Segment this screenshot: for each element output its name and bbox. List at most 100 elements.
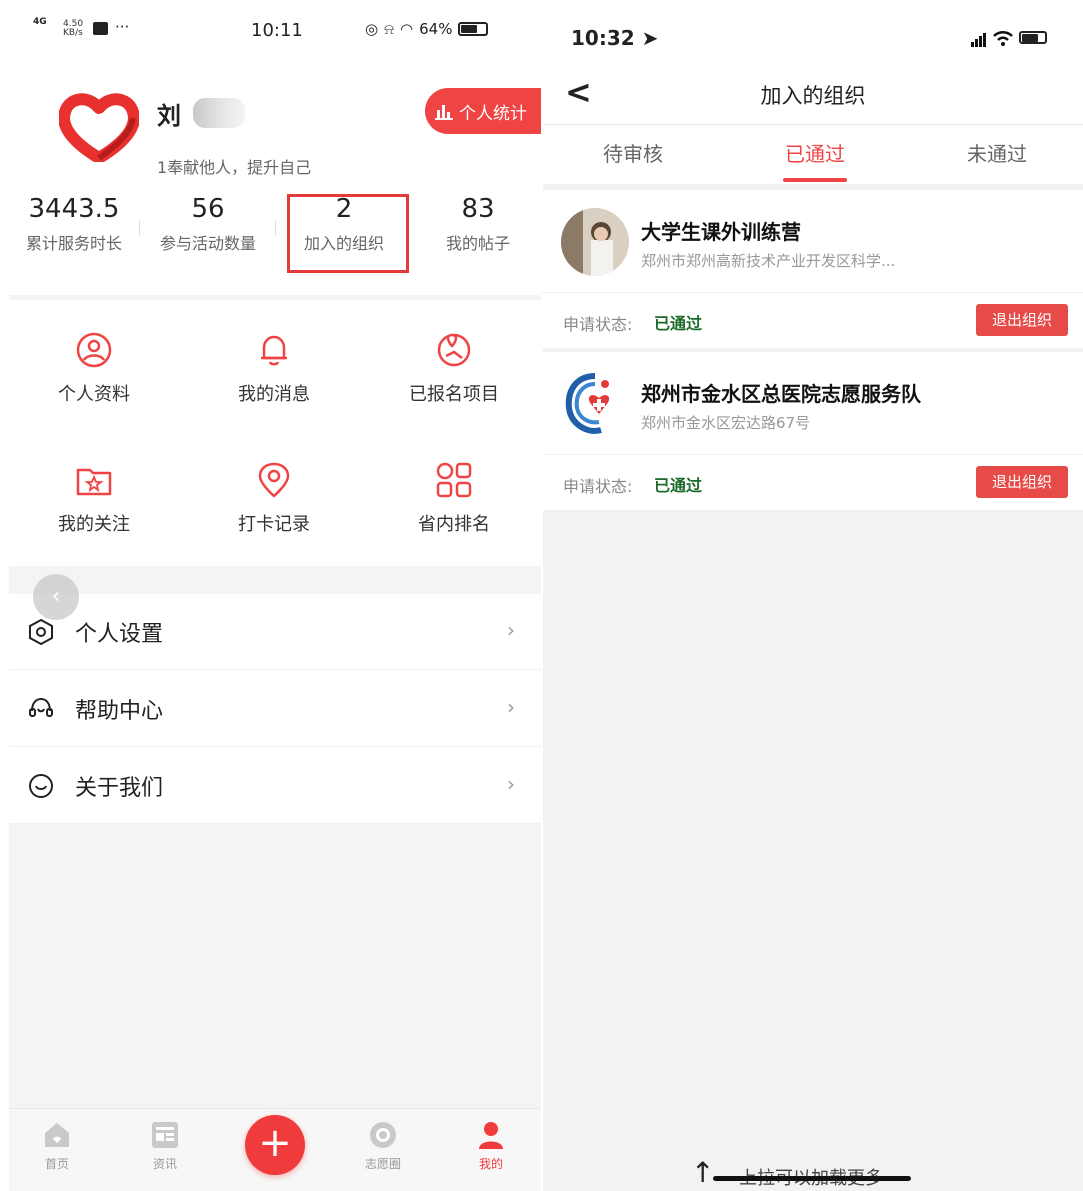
grid-item-messages[interactable]: 我的消息 [189, 330, 359, 406]
stat-service-hours[interactable]: 3443.5 累计服务时长 [9, 192, 139, 254]
tab-rejected[interactable]: 未通过 [937, 138, 1057, 167]
eye-icon [370, 1122, 396, 1148]
grid-item-following[interactable]: 我的关注 [9, 460, 179, 536]
user-circle-icon [76, 332, 112, 368]
status-right-cluster: ◎ ⍾ ◠ 64% [365, 20, 489, 38]
settings-menu: 个人设置 › 帮助中心 › 关于我们 › [9, 594, 541, 824]
org-avatar [561, 208, 629, 276]
wifi-icon: ◠ [400, 20, 414, 38]
status-label: 申请状态: [563, 477, 633, 496]
grid-label: 已报名项目 [409, 384, 499, 405]
add-button[interactable]: + [245, 1115, 305, 1175]
stats-row: 3443.5 累计服务时长 56 参与活动数量 2 加入的组织 83 我的帖子 [9, 192, 541, 282]
tab-label: 首页 [44, 1157, 69, 1171]
heart-logo-icon [59, 93, 139, 162]
bottom-tab-bar: 首页 资讯 + 志愿圈 我的 [9, 1108, 541, 1191]
chevron-right-icon: › [507, 695, 515, 719]
menu-item-about[interactable]: 关于我们 › [9, 748, 541, 824]
tab-home[interactable]: 首页 [17, 1119, 97, 1172]
user-motto: 1奉献他人，提升自己 [157, 158, 312, 177]
status-time: 10:11 [251, 20, 303, 41]
grid-label: 我的关注 [58, 514, 130, 535]
status-label: 申请状态: [563, 315, 633, 334]
battery-icon [458, 22, 489, 36]
name-blur-mask [193, 98, 245, 128]
location-status-icon: ◎ [365, 20, 379, 38]
screenshot-root: 4G 4.50 KB/s ··· 10:11 ◎ ⍾ ◠ 64% 刘 1奉献他人，… [0, 0, 1083, 1191]
feature-grid: 个人资料 我的消息 已报名项目 我的关注 打卡记录 省内排名 [9, 300, 541, 566]
bar-chart-icon [435, 105, 453, 120]
tab-label: 资讯 [152, 1157, 177, 1171]
status-time: 10:32 ➤ [571, 26, 659, 50]
wifi-icon [993, 30, 1013, 46]
network-indicator: 4G [33, 17, 47, 27]
stat-value: 3443.5 [28, 194, 120, 224]
org-avatar [561, 370, 629, 438]
grid-label: 个人资料 [58, 384, 130, 405]
grid-label: 我的消息 [238, 384, 310, 405]
grid-item-ranking[interactable]: 省内排名 [369, 460, 539, 536]
exit-org-button[interactable]: 退出组织 [976, 466, 1068, 498]
mute-icon: ⍾ [384, 20, 395, 38]
stat-activities[interactable]: 56 参与活动数量 [143, 192, 273, 254]
tab-approved[interactable]: 已通过 [755, 138, 875, 167]
stat-value: 56 [191, 194, 225, 224]
page-title: 加入的组织 [760, 84, 866, 108]
personal-stats-button[interactable]: 个人统计 [425, 88, 541, 134]
divider [543, 124, 1083, 125]
menu-label: 个人设置 [75, 622, 164, 647]
headset-icon [29, 697, 53, 717]
map-pin-icon [437, 333, 471, 367]
tab-news[interactable]: 资讯 [125, 1119, 205, 1172]
org-card[interactable]: 大学生课外训练营 郑州市郑州高新技术产业开发区科学... 申请状态: 已通过 退… [543, 190, 1083, 348]
org-address: 郑州市郑州高新技术产业开发区科学... [641, 252, 896, 270]
smile-icon [29, 774, 53, 798]
status-bar: 4G 4.50 KB/s ··· 10:11 ◎ ⍾ ◠ 64% [9, 0, 541, 60]
battery-percent: 64% [419, 20, 453, 38]
stat-label: 累计服务时长 [25, 234, 122, 253]
divider [275, 220, 276, 236]
tab-pending[interactable]: 待审核 [573, 138, 693, 167]
arrow-up-icon: ↑ [691, 1156, 715, 1189]
menu-item-settings[interactable]: 个人设置 › [9, 594, 541, 670]
profile-header: 刘 1奉献他人，提升自己 个人统计 3443.5 累计服务时长 56 参与活动数… [9, 60, 541, 295]
signal-icon [971, 28, 987, 47]
grid-item-profile[interactable]: 个人资料 [9, 330, 179, 406]
tab-mine[interactable]: 我的 [451, 1119, 531, 1172]
home-indicator[interactable] [713, 1176, 911, 1181]
load-more-hint: ↑ 上拉可以加载更多 [691, 1156, 921, 1189]
tab-label: 我的 [478, 1157, 503, 1171]
news-icon [152, 1122, 178, 1148]
home-icon [45, 1123, 69, 1147]
highlight-box [287, 194, 409, 273]
stat-my-posts[interactable]: 83 我的帖子 [413, 192, 541, 254]
status-value: 已通过 [654, 314, 703, 333]
settings-icon [29, 618, 53, 646]
bell-icon [261, 335, 287, 366]
battery-icon [1019, 31, 1047, 44]
tab-volunteer-circle[interactable]: 志愿圈 [343, 1119, 423, 1172]
status-right-cluster [971, 28, 1047, 47]
joined-orgs-screen: 10:32 ➤ < 加入的组织 待审核 已通过 未通过 大学生课外训练营 郑州市… [543, 0, 1083, 1191]
exit-org-button[interactable]: 退出组织 [976, 304, 1068, 336]
stat-value: 83 [461, 194, 495, 224]
divider [139, 220, 140, 236]
org-address: 郑州市金水区宏达路67号 [641, 414, 811, 432]
grid-item-checkin[interactable]: 打卡记录 [189, 460, 359, 536]
tab-label: 志愿圈 [364, 1157, 401, 1171]
network-speed: 4.50 KB/s [63, 19, 84, 38]
org-name: 大学生课外训练营 [641, 220, 801, 244]
personal-stats-label: 个人统计 [459, 103, 527, 124]
org-card[interactable]: 郑州市金水区总医院志愿服务队 郑州市金水区宏达路67号 申请状态: 已通过 退出… [543, 352, 1083, 510]
more-notifications-icon: ··· [115, 18, 130, 36]
menu-label: 帮助中心 [75, 699, 164, 724]
person-icon [479, 1122, 503, 1149]
grid-label: 打卡记录 [238, 514, 310, 535]
grid-item-registered[interactable]: 已报名项目 [369, 330, 539, 406]
profile-screen: 4G 4.50 KB/s ··· 10:11 ◎ ⍾ ◠ 64% 刘 1奉献他人，… [9, 0, 541, 1191]
top-header: 10:32 ➤ < 加入的组织 待审核 已通过 未通过 [543, 0, 1083, 184]
menu-label: 关于我们 [75, 776, 164, 801]
menu-item-help[interactable]: 帮助中心 › [9, 671, 541, 747]
grid-label: 省内排名 [418, 514, 490, 535]
floating-back-button[interactable]: ‹ [33, 574, 79, 620]
